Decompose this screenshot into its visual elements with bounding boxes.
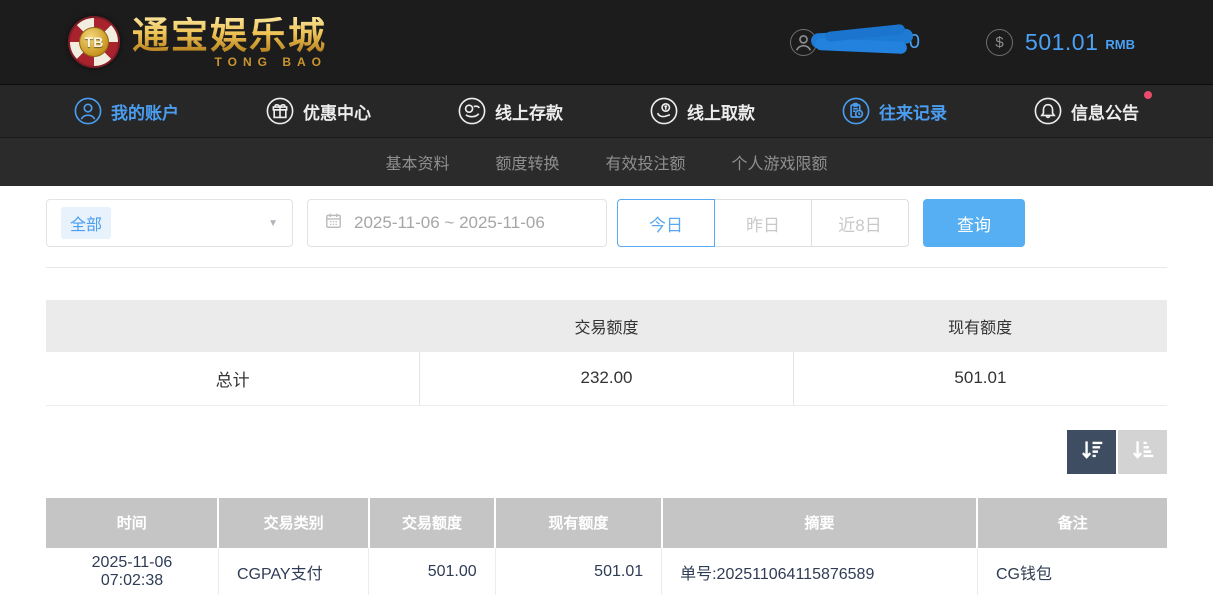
logo-subtitle: TONG BAO xyxy=(132,56,327,68)
sort-ascending-icon xyxy=(1130,437,1156,466)
nav-item-online-deposit[interactable]: 线上存款 xyxy=(458,97,563,125)
account-balance[interactable]: $ 501.01 RMB xyxy=(986,29,1135,56)
notification-dot xyxy=(1144,91,1152,99)
summary-total-transaction-amount: 232.00 xyxy=(420,352,794,405)
summary-table: 交易额度 现有额度 总计 232.00 501.01 xyxy=(46,300,1167,406)
nav-item-my-account[interactable]: 我的账户 xyxy=(74,97,179,125)
subnav-item-credit-transfer[interactable]: 额度转换 xyxy=(495,150,559,174)
range-button-yesterday[interactable]: 昨日 xyxy=(714,199,812,247)
user-icon xyxy=(74,97,102,125)
summary-header-row: 交易额度 现有额度 xyxy=(46,300,1167,352)
nav-label: 线上存款 xyxy=(495,99,563,124)
calendar-icon xyxy=(324,211,343,235)
records-icon xyxy=(842,97,870,125)
logo-title: 通宝娱乐城 xyxy=(132,17,327,54)
date-range-value: 2025-11-06 ~ 2025-11-06 xyxy=(354,213,545,233)
summary-header-current-balance: 现有额度 xyxy=(793,300,1167,352)
subnav-item-basic-info[interactable]: 基本资料 xyxy=(385,150,449,174)
casino-chip-icon: TB xyxy=(68,16,120,68)
summary-total-current-balance: 501.01 xyxy=(793,352,1167,405)
top-header: TB 通宝娱乐城 TONG BAO 0 $ 501.01 RMB xyxy=(0,0,1213,84)
summary-header-transaction-amount: 交易额度 xyxy=(420,300,794,352)
records-header-summary: 摘要 xyxy=(662,498,978,548)
chevron-down-icon: ▼ xyxy=(268,218,278,229)
nav-item-online-withdrawal[interactable]: 线上取款 xyxy=(650,97,755,125)
balance-amount: 501.01 xyxy=(1025,29,1098,56)
date-range-input[interactable]: 2025-11-06 ~ 2025-11-06 xyxy=(307,199,607,247)
summary-total-row: 总计 232.00 501.01 xyxy=(46,352,1167,405)
records-header-balance: 现有额度 xyxy=(495,498,661,548)
main-content: 全部 ▼ 2025-11-06 ~ 2025-11-06 今日 昨日 近8日 查… xyxy=(0,186,1213,595)
selected-type-tag: 全部 xyxy=(61,207,111,239)
sort-controls xyxy=(46,430,1167,474)
withdraw-icon xyxy=(650,97,678,125)
record-amount: 501.00 xyxy=(369,548,495,595)
nav-label: 我的账户 xyxy=(111,99,179,124)
dollar-icon: $ xyxy=(986,29,1013,56)
record-type: CGPAY支付 xyxy=(218,548,368,595)
sort-ascending-button[interactable] xyxy=(1118,430,1167,474)
record-summary: 单号:202511064115876589 xyxy=(662,548,978,595)
nav-label: 线上取款 xyxy=(687,99,755,124)
deposit-icon xyxy=(458,97,486,125)
nav-item-announcements[interactable]: 信息公告 xyxy=(1034,97,1139,125)
balance-currency: RMB xyxy=(1105,37,1135,52)
search-button[interactable]: 查询 xyxy=(923,199,1025,247)
range-button-last8days[interactable]: 近8日 xyxy=(811,199,909,247)
section-divider xyxy=(46,267,1167,268)
records-header-row: 时间 交易类别 交易额度 现有额度 摘要 备注 xyxy=(46,498,1167,548)
account-subnav: 基本资料 额度转换 有效投注额 个人游戏限额 xyxy=(0,137,1213,186)
records-header-type: 交易类别 xyxy=(218,498,368,548)
records-table: 时间 交易类别 交易额度 现有额度 摘要 备注 2025-11-06 07:02… xyxy=(46,498,1167,595)
records-header-amount: 交易额度 xyxy=(369,498,495,548)
nav-label: 往来记录 xyxy=(879,99,947,124)
table-row: 2025-11-06 07:02:38 CGPAY支付 501.00 501.0… xyxy=(46,548,1167,595)
nav-item-transaction-records[interactable]: 往来记录 xyxy=(842,97,947,125)
sort-descending-button[interactable] xyxy=(1067,430,1116,474)
filter-bar: 全部 ▼ 2025-11-06 ~ 2025-11-06 今日 昨日 近8日 查… xyxy=(46,199,1167,247)
record-balance: 501.01 xyxy=(495,548,661,595)
gift-icon xyxy=(266,97,294,125)
records-header-time: 时间 xyxy=(46,498,218,548)
range-button-today[interactable]: 今日 xyxy=(617,199,715,247)
subnav-item-valid-bets[interactable]: 有效投注额 xyxy=(606,150,686,174)
bell-icon xyxy=(1034,97,1062,125)
transaction-type-select[interactable]: 全部 ▼ xyxy=(46,199,293,247)
nav-item-promotions[interactable]: 优惠中心 xyxy=(266,97,371,125)
chip-monogram: TB xyxy=(79,27,109,57)
record-note: CG钱包 xyxy=(977,548,1167,595)
nav-label: 优惠中心 xyxy=(303,99,371,124)
summary-total-label: 总计 xyxy=(46,352,420,405)
quick-range-group: 今日 昨日 近8日 xyxy=(617,199,909,247)
summary-header-empty xyxy=(46,300,420,352)
username-redaction-scribble xyxy=(811,27,913,57)
main-navigation: 我的账户 优惠中心 线上存款 线上取款 往来记录 xyxy=(0,84,1213,137)
records-header-note: 备注 xyxy=(977,498,1167,548)
sort-descending-icon xyxy=(1079,437,1105,466)
account-username[interactable]: 0 xyxy=(790,27,920,57)
nav-label: 信息公告 xyxy=(1071,99,1139,124)
site-logo[interactable]: TB 通宝娱乐城 TONG BAO xyxy=(68,16,327,68)
record-time: 2025-11-06 07:02:38 xyxy=(46,548,218,595)
subnav-item-personal-game-limits[interactable]: 个人游戏限额 xyxy=(732,150,828,174)
